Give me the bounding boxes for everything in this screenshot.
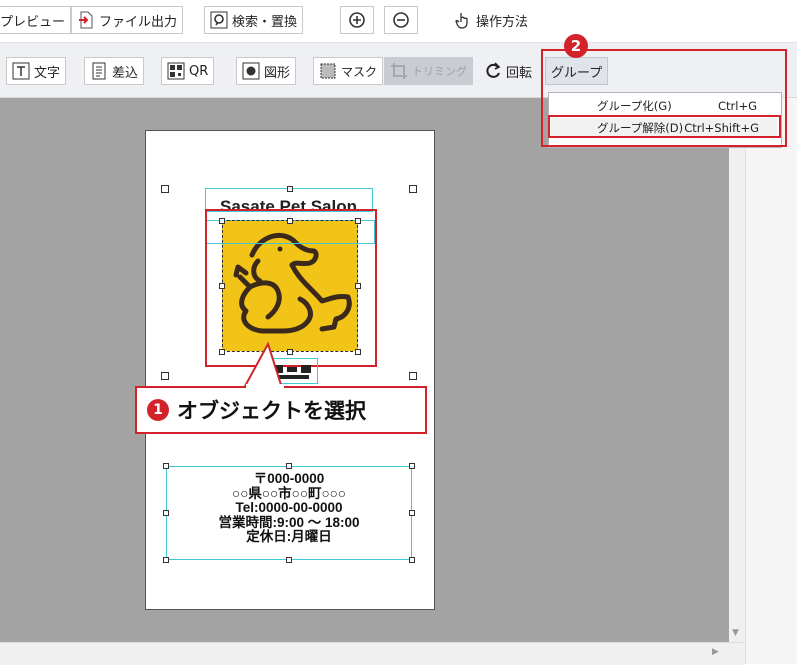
address-handle-mr[interactable] xyxy=(409,510,415,516)
search-icon xyxy=(210,11,228,29)
address-line-hours: 営業時間:9:00 〜 18:00 xyxy=(218,514,360,530)
rotate-label: 回転 xyxy=(506,65,533,81)
merge-label: 差込 xyxy=(112,65,139,81)
top-toolbar: プレビュー ファイル出力 検索・置換 操作方法 xyxy=(0,0,797,43)
zoom-out-icon xyxy=(392,11,410,29)
address-block: 〒000-0000 ○○県○○市○○町○○○ Tel:0000-00-0000 … xyxy=(166,466,412,560)
vertical-scrollbar[interactable]: ▼ xyxy=(729,98,745,642)
hand-pointer-icon xyxy=(454,11,472,29)
preview-label: プレビュー xyxy=(0,14,66,30)
step1-text: オブジェクトを選択 xyxy=(177,399,366,423)
mask-label: マスク xyxy=(341,64,378,79)
file-output-button[interactable]: ファイル出力 xyxy=(71,6,184,34)
qr-label: QR xyxy=(189,63,209,79)
callout-pointer-join xyxy=(246,384,284,388)
qr-code-icon xyxy=(167,62,185,80)
selection-handle-tl[interactable] xyxy=(161,185,169,193)
selection-handle-mr[interactable] xyxy=(409,372,417,380)
shape-button[interactable]: 図形 xyxy=(236,57,297,85)
scroll-down-arrow-icon[interactable]: ▼ xyxy=(732,628,739,638)
file-export-icon xyxy=(77,11,95,29)
ungroup-item-highlight xyxy=(548,115,781,138)
trimming-button[interactable]: トリミング xyxy=(384,57,473,85)
address-line-location: ○○県○○市○○町○○○ xyxy=(232,485,346,501)
right-panel xyxy=(745,98,797,664)
document-icon xyxy=(90,62,108,80)
callout-select-object: 1 オブジェクトを選択 xyxy=(135,386,427,434)
address-handle-br[interactable] xyxy=(409,557,415,563)
address-line-postal: 〒000-0000 xyxy=(253,471,325,486)
trimming-label: トリミング xyxy=(412,65,467,78)
preview-button[interactable]: プレビュー xyxy=(0,6,72,34)
address-handle-tm[interactable] xyxy=(286,463,292,469)
address-handle-ml[interactable] xyxy=(163,510,169,516)
address-handle-bm[interactable] xyxy=(286,557,292,563)
search-replace-button[interactable]: 検索・置換 xyxy=(204,6,304,34)
address-line-closed: 定休日:月曜日 xyxy=(246,529,332,544)
address-handle-tr[interactable] xyxy=(409,463,415,469)
qr-button[interactable]: QR xyxy=(161,57,215,85)
selection-handle-tr[interactable] xyxy=(409,185,417,193)
address-handle-bl[interactable] xyxy=(163,557,169,563)
help-label: 操作方法 xyxy=(476,14,529,30)
mask-icon xyxy=(319,62,337,80)
step1-number: 1 xyxy=(147,399,169,421)
mask-button[interactable]: マスク xyxy=(313,57,384,85)
zoom-out-button[interactable] xyxy=(384,6,418,34)
shape-label: 図形 xyxy=(264,65,291,81)
shape-icon xyxy=(242,62,260,80)
text-tool-icon xyxy=(12,62,30,80)
rotate-button[interactable]: 回転 xyxy=(478,57,538,85)
title-handle-top[interactable] xyxy=(287,186,293,192)
zoom-in-icon xyxy=(348,11,366,29)
rotate-icon xyxy=(484,62,502,80)
search-replace-label: 検索・置換 xyxy=(232,14,298,30)
address-line-tel: Tel:0000-00-0000 xyxy=(235,500,343,515)
selection-handle-ml[interactable] xyxy=(161,372,169,380)
address-handle-tl[interactable] xyxy=(163,463,169,469)
crop-icon xyxy=(390,62,408,80)
text-button[interactable]: 文字 xyxy=(6,57,67,85)
horizontal-scrollbar[interactable]: ▶ xyxy=(0,642,745,665)
zoom-in-button[interactable] xyxy=(340,6,374,34)
scroll-right-arrow-icon[interactable]: ▶ xyxy=(712,647,719,657)
merge-button[interactable]: 差込 xyxy=(84,57,145,85)
text-label: 文字 xyxy=(34,65,61,81)
step2-number: 2 xyxy=(564,34,588,58)
file-output-label: ファイル出力 xyxy=(99,14,178,30)
help-button[interactable]: 操作方法 xyxy=(448,6,534,34)
